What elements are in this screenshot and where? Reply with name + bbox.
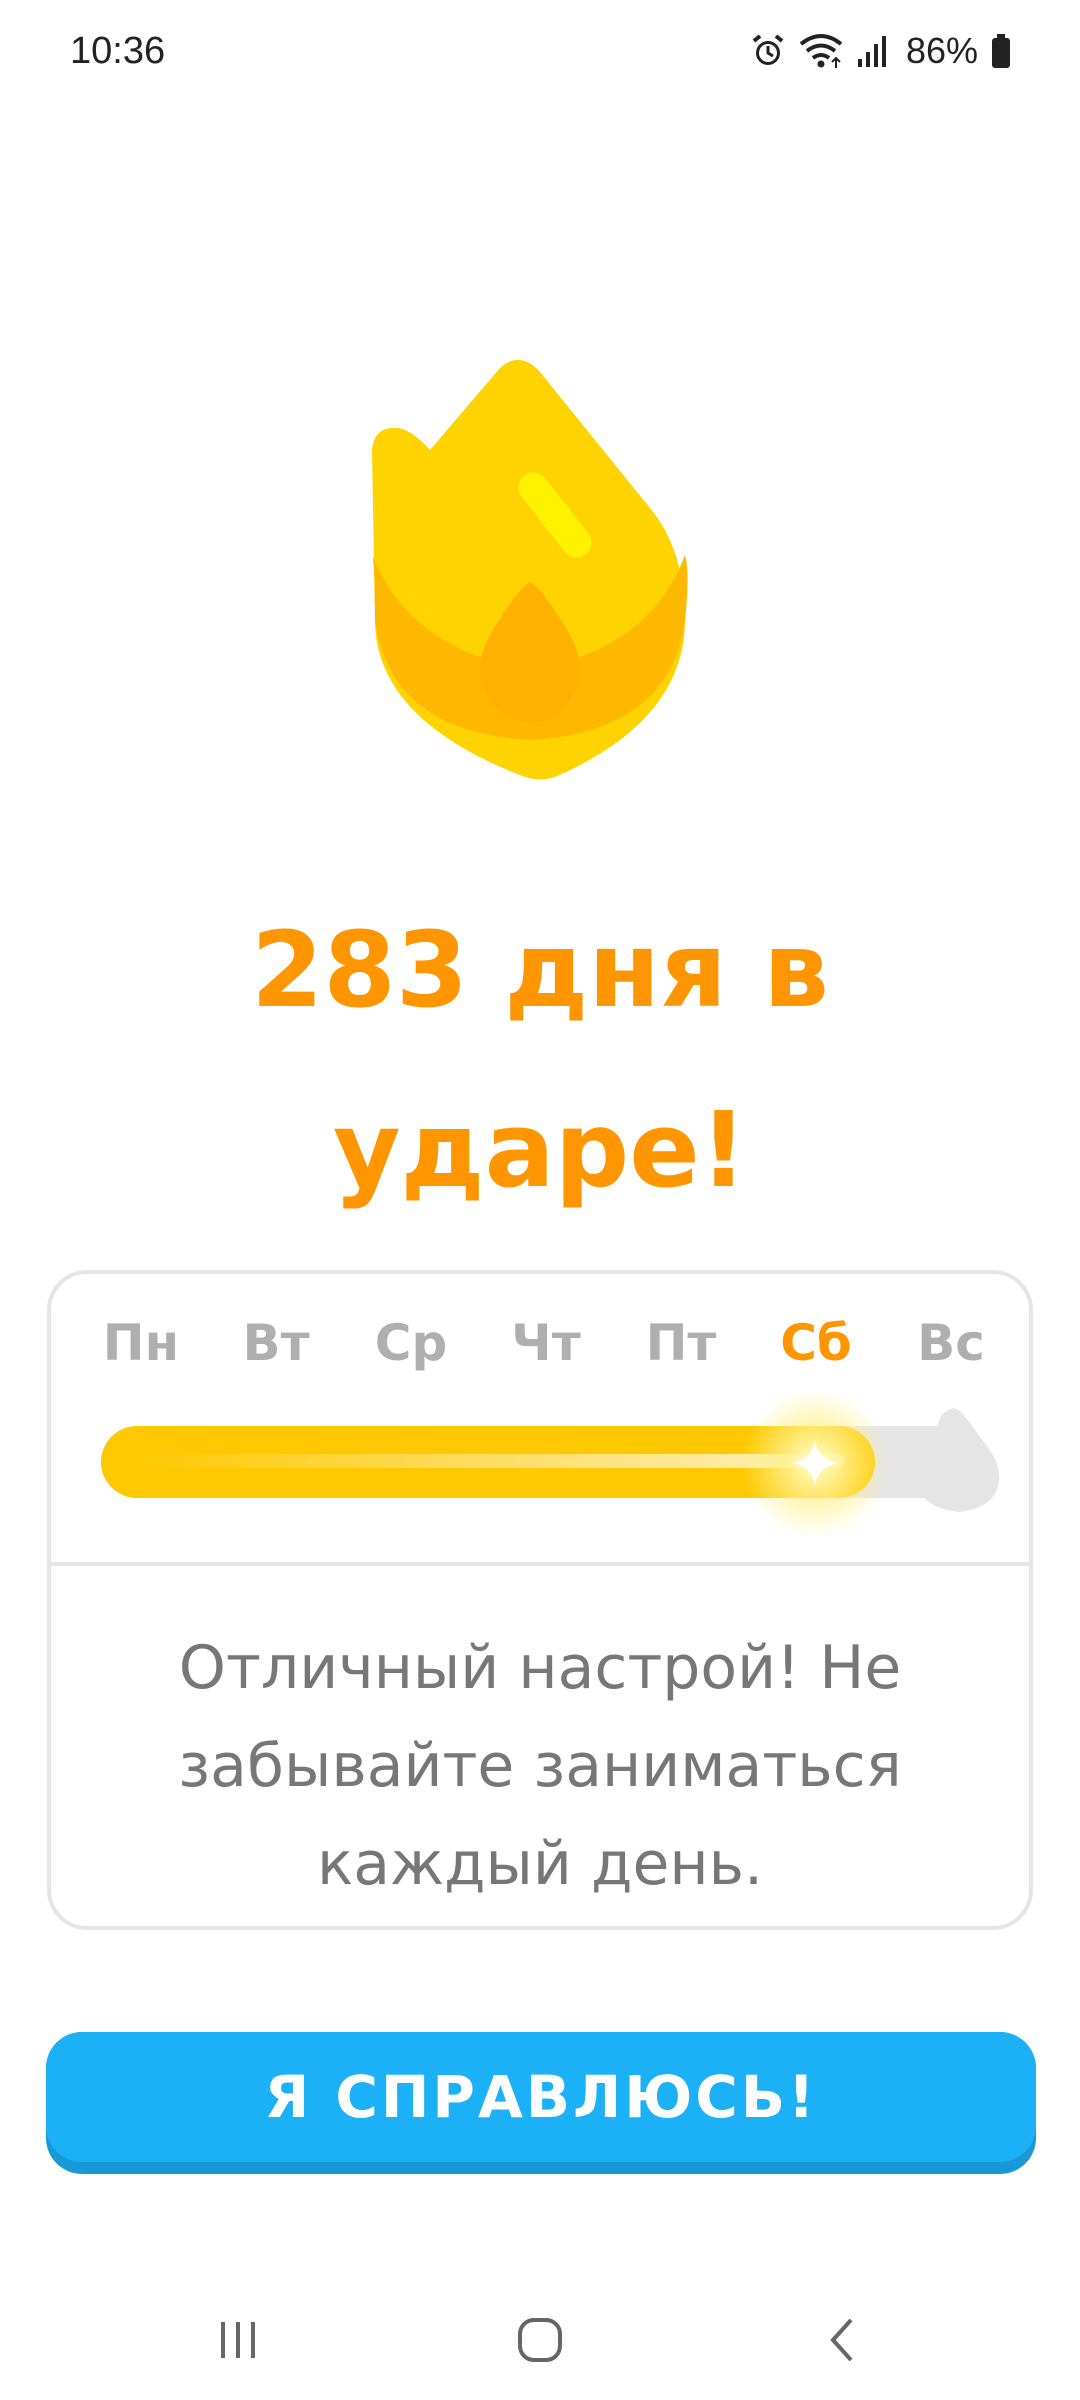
home-button[interactable]	[480, 2280, 600, 2400]
status-bar: 10:36 86%	[0, 0, 1080, 105]
day-label: Чт	[511, 1314, 581, 1372]
week-progress-track	[101, 1388, 971, 1538]
battery-percent: 86%	[905, 30, 978, 71]
back-icon	[830, 2318, 853, 2362]
commit-button[interactable]: Я СПРАВЛЮСЬ!	[46, 2032, 1036, 2174]
progress-sparkle-icon	[740, 1388, 890, 1538]
signal-icon	[857, 36, 886, 67]
progress-shine	[121, 1454, 845, 1468]
status-time: 10:36	[70, 30, 166, 72]
wifi-icon	[799, 34, 843, 68]
home-icon	[518, 2318, 562, 2362]
streak-headline-line2: ударе!	[332, 1089, 748, 1211]
day-label: Вс	[917, 1314, 985, 1372]
day-label: Вт	[242, 1314, 310, 1372]
streak-headline: 283 дня в ударе!	[140, 880, 940, 1240]
recent-apps-icon	[221, 2322, 255, 2358]
day-label: Ср	[374, 1314, 448, 1372]
week-days-row: Пн Вт Ср Чт Пт Сб Вс	[81, 1314, 1011, 1372]
commit-button-label[interactable]: Я СПРАВЛЮСЬ!	[46, 2032, 1036, 2162]
status-icons: 86%	[750, 28, 1012, 74]
back-button[interactable]	[784, 2280, 904, 2400]
motivation-message: Отличный настрой! Не забывайте заниматьс…	[178, 1633, 902, 1899]
recent-apps-button[interactable]	[178, 2280, 298, 2400]
alarm-icon	[752, 34, 784, 65]
goal-flame-icon	[916, 1408, 1000, 1512]
battery-icon	[992, 34, 1010, 68]
day-label: Пн	[102, 1314, 180, 1372]
day-label: Пт	[645, 1314, 717, 1372]
streak-week-card: Пн Вт Ср Чт Пт Сб Вс Отличный настрой! Не забы…	[47, 1270, 1033, 1930]
streak-headline-line1: 283 дня в	[251, 909, 829, 1031]
card-divider	[51, 1562, 1029, 1566]
day-label: Сб	[780, 1314, 852, 1372]
streak-flame-icon	[372, 359, 688, 780]
system-nav-bar	[0, 2280, 1080, 2400]
